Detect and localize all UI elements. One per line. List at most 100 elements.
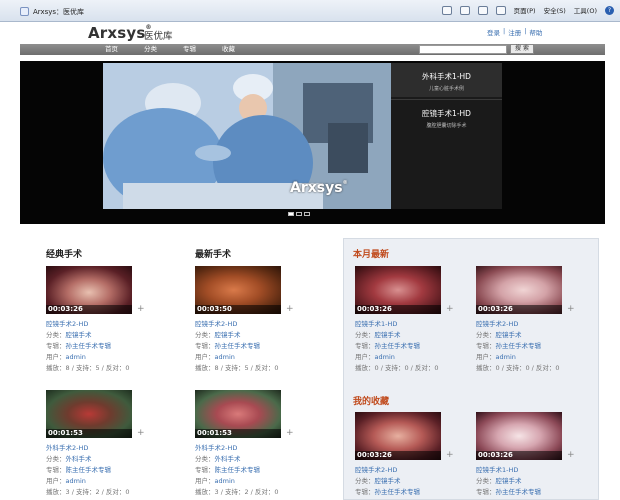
- video-thumbnail[interactable]: 00:03:26: [476, 266, 562, 314]
- browser-tab[interactable]: Arxsys：医优库: [20, 5, 84, 18]
- video-category[interactable]: 腔镜手术: [375, 331, 401, 339]
- video-category[interactable]: 腔镜手术: [66, 331, 92, 339]
- carousel-dots: [288, 212, 310, 216]
- album-label: 专辑：: [355, 342, 375, 350]
- auth-sep: |: [524, 27, 527, 35]
- video-stats: 播放：3 / 支持：2 / 反对：0: [195, 488, 279, 496]
- video-duration: 00:01:53: [48, 429, 83, 437]
- safety-menu[interactable]: 安全(S): [544, 5, 566, 15]
- video-thumbnail[interactable]: 00:03:26: [46, 266, 132, 314]
- main-nav: 首页 分类 专辑 收藏 搜 索: [20, 44, 605, 55]
- video-title[interactable]: 腔镜手术2-HD: [476, 319, 586, 330]
- home-button[interactable]: [441, 5, 452, 15]
- video-title[interactable]: 腔镜手术2-HD: [355, 465, 465, 476]
- add-icon[interactable]: +: [137, 428, 145, 438]
- video-album[interactable]: 孙主任手术专辑: [215, 342, 261, 350]
- add-icon[interactable]: +: [286, 304, 294, 314]
- user-label: 用户：: [195, 477, 215, 485]
- hero-image[interactable]: Arxsys®: [103, 63, 391, 209]
- video-category[interactable]: 外科手术: [215, 455, 241, 463]
- video-album[interactable]: 孙主任手术专辑: [375, 342, 421, 350]
- add-icon[interactable]: +: [446, 450, 454, 460]
- banner-item-title: 外科手术1-HD: [422, 72, 471, 81]
- print-button[interactable]: [495, 5, 506, 15]
- video-album[interactable]: 孙主任手术专辑: [66, 342, 112, 350]
- video-category[interactable]: 腔镜手术: [215, 331, 241, 339]
- category-label: 分类：: [355, 477, 375, 485]
- video-thumbnail[interactable]: 00:01:53: [195, 390, 281, 438]
- nav-category[interactable]: 分类: [131, 45, 170, 54]
- user-label: 用户：: [476, 353, 496, 361]
- album-label: 专辑：: [195, 466, 215, 474]
- video-category[interactable]: 外科手术: [66, 455, 92, 463]
- category-label: 分类：: [476, 477, 496, 485]
- album-label: 专辑：: [476, 488, 496, 496]
- video-album[interactable]: 陈主任手术专辑: [66, 466, 112, 474]
- category-label: 分类：: [476, 331, 496, 339]
- video-category[interactable]: 腔镜手术: [496, 331, 522, 339]
- add-icon[interactable]: +: [286, 428, 294, 438]
- video-title[interactable]: 腔镜手术1-HD: [355, 319, 465, 330]
- carousel-dot[interactable]: [296, 212, 302, 216]
- video-album[interactable]: 孙主任手术专辑: [496, 488, 542, 496]
- video-album[interactable]: 陈主任手术专辑: [215, 466, 261, 474]
- help-link[interactable]: 帮助: [529, 27, 542, 37]
- video-stats: 播放：0 / 支持：0 / 反对：0: [476, 364, 560, 372]
- video-category[interactable]: 腔镜手术: [375, 477, 401, 485]
- section-fav-title: 我的收藏: [353, 397, 390, 407]
- video-thumbnail[interactable]: 00:03:26: [476, 412, 562, 460]
- video-title[interactable]: 外科手术2-HD: [195, 443, 305, 454]
- search-button[interactable]: 搜 索: [510, 44, 534, 54]
- nav-home[interactable]: 首页: [92, 45, 131, 54]
- video-thumbnail[interactable]: 00:03:26: [355, 266, 441, 314]
- search-input[interactable]: [419, 45, 507, 54]
- video-user[interactable]: admin: [496, 353, 516, 361]
- page-menu[interactable]: 页面(P): [514, 5, 536, 15]
- add-icon[interactable]: +: [567, 304, 575, 314]
- nav-favorites[interactable]: 收藏: [209, 45, 248, 54]
- video-thumbnail[interactable]: 00:01:53: [46, 390, 132, 438]
- video-title[interactable]: 腔镜手术1-HD: [476, 465, 586, 476]
- help-button[interactable]: ?: [605, 5, 614, 15]
- banner: Arxsys® 外科手术1-HD 儿童心脏手术例 腔镜手术1-HD 腹腔胆囊切除…: [20, 61, 605, 224]
- video-user[interactable]: admin: [66, 353, 86, 361]
- album-label: 专辑：: [46, 342, 66, 350]
- nav-album[interactable]: 专辑: [170, 45, 209, 54]
- feeds-button[interactable]: [459, 5, 470, 15]
- category-label: 分类：: [195, 331, 215, 339]
- video-category[interactable]: 腔镜手术: [496, 477, 522, 485]
- video-user[interactable]: admin: [66, 477, 86, 485]
- user-label: 用户：: [195, 353, 215, 361]
- tools-menu[interactable]: 工具(O): [574, 5, 597, 15]
- category-label: 分类：: [195, 455, 215, 463]
- video-thumbnail[interactable]: 00:03:50: [195, 266, 281, 314]
- banner-item[interactable]: 外科手术1-HD 儿童心脏手术例: [391, 63, 502, 97]
- add-icon[interactable]: +: [446, 304, 454, 314]
- site-name-cn: 医优库: [144, 31, 173, 42]
- category-label: 分类：: [46, 455, 66, 463]
- video-title[interactable]: 腔镜手术2-HD: [46, 319, 156, 330]
- feeds-icon: [459, 5, 470, 15]
- video-album[interactable]: 孙主任手术专辑: [375, 488, 421, 496]
- video-title[interactable]: 外科手术2-HD: [46, 443, 156, 454]
- banner-item[interactable]: 腔镜手术1-HD 腹腔胆囊切除手术: [391, 99, 502, 133]
- video-thumbnail[interactable]: 00:03:26: [355, 412, 441, 460]
- video-title[interactable]: 腔镜手术2-HD: [195, 319, 305, 330]
- video-user[interactable]: admin: [215, 477, 235, 485]
- add-icon[interactable]: +: [567, 450, 575, 460]
- mail-button[interactable]: [477, 5, 488, 15]
- site-logo[interactable]: Arxsys®: [88, 24, 152, 42]
- auth-links: 登录 | 注册 | 帮助: [487, 27, 542, 37]
- home-icon: [441, 5, 452, 15]
- category-label: 分类：: [46, 331, 66, 339]
- video-user[interactable]: admin: [375, 353, 395, 361]
- register-link[interactable]: 注册: [508, 27, 521, 37]
- video-album[interactable]: 孙主任手术专辑: [496, 342, 542, 350]
- video-duration: 00:01:53: [197, 429, 232, 437]
- add-icon[interactable]: +: [137, 304, 145, 314]
- login-link[interactable]: 登录: [487, 27, 500, 37]
- carousel-dot[interactable]: [288, 212, 294, 216]
- favicon-icon: [20, 7, 29, 16]
- carousel-dot[interactable]: [304, 212, 310, 216]
- video-user[interactable]: admin: [215, 353, 235, 361]
